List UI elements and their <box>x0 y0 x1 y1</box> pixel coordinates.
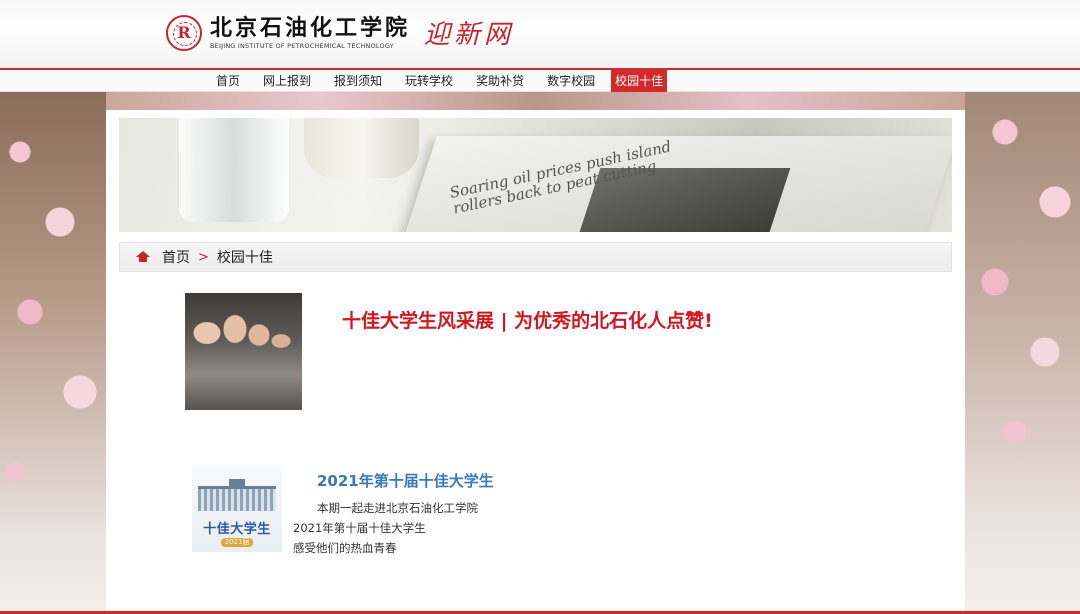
nav-item-financial-aid[interactable]: 奖助补贷 <box>465 70 536 92</box>
logo-chinese-name: 北京石油化工学院 <box>210 15 411 41</box>
site-slogan: 迎新网 <box>424 20 515 50</box>
breadcrumb-home[interactable]: 首页 <box>162 247 190 267</box>
nav-item-explore-school[interactable]: 玩转学校 <box>394 70 465 92</box>
article-thumbnail-students[interactable] <box>185 293 302 410</box>
banner-cup <box>304 118 419 178</box>
thumbnail-caption: 十佳大学生 <box>203 522 271 537</box>
nav-list: 首页 网上报到 报到须知 玩转学校 奖助补贷 数字校园 校园十佳 <box>205 70 668 92</box>
article-description-line: 本期一起走进北京石油化工学院 <box>317 501 478 515</box>
background-blossom-top <box>106 92 965 110</box>
nav-item-online-registration[interactable]: 网上报到 <box>252 70 323 92</box>
article-description-line: 2021年第十届十佳大学生 <box>293 521 426 535</box>
main-nav: 首页 网上报到 报到须知 玩转学校 奖助补贷 数字校园 校园十佳 <box>0 68 1080 92</box>
logo-english-name: BEIJING INSTITUTE OF PETROCHEMICAL TECHN… <box>210 42 394 50</box>
background-blossom-right <box>965 92 1080 614</box>
site-header: 北京石油化工学院 BEIJING INSTITUTE OF PETROCHEMI… <box>0 0 1080 68</box>
site-logo[interactable]: 北京石油化工学院 BEIJING INSTITUTE OF PETROCHEMI… <box>166 14 514 51</box>
article-description-line: 感受他们的热血青春 <box>293 541 397 555</box>
article-description: 本期一起走进北京石油化工学院 2021年第十届十佳大学生 感受他们的热血青春 <box>293 498 478 558</box>
article-thumbnail-top-ten[interactable]: 十佳大学生 2021届 <box>192 464 282 552</box>
content-panel: Soaring oil prices push island rollers b… <box>106 110 965 614</box>
campus-building-illustration <box>198 479 276 511</box>
home-icon[interactable] <box>136 251 150 263</box>
newspaper-banner: Soaring oil prices push island rollers b… <box>119 118 952 232</box>
school-seal-icon <box>166 14 202 51</box>
nav-item-digital-campus[interactable]: 数字校园 <box>536 70 607 92</box>
nav-item-campus-top-ten[interactable]: 校园十佳 <box>611 70 668 92</box>
breadcrumb-current: 校园十佳 <box>216 250 273 266</box>
background-blossom-left <box>0 92 106 614</box>
thumbnail-year-badge: 2021届 <box>221 538 253 547</box>
article-title-link[interactable]: 十佳大学生风采展 | 为优秀的北石化人点赞! <box>342 306 713 333</box>
breadcrumb-separator: > <box>198 249 209 265</box>
article-title-link[interactable]: 2021年第十届十佳大学生 <box>317 470 494 491</box>
nav-item-home[interactable]: 首页 <box>205 70 252 92</box>
breadcrumb: 首页 > 校园十佳 <box>119 242 952 272</box>
banner-glass <box>179 118 289 222</box>
nav-item-registration-notice[interactable]: 报到须知 <box>323 70 394 92</box>
logo-text: 北京石油化工学院 BEIJING INSTITUTE OF PETROCHEMI… <box>210 15 410 50</box>
